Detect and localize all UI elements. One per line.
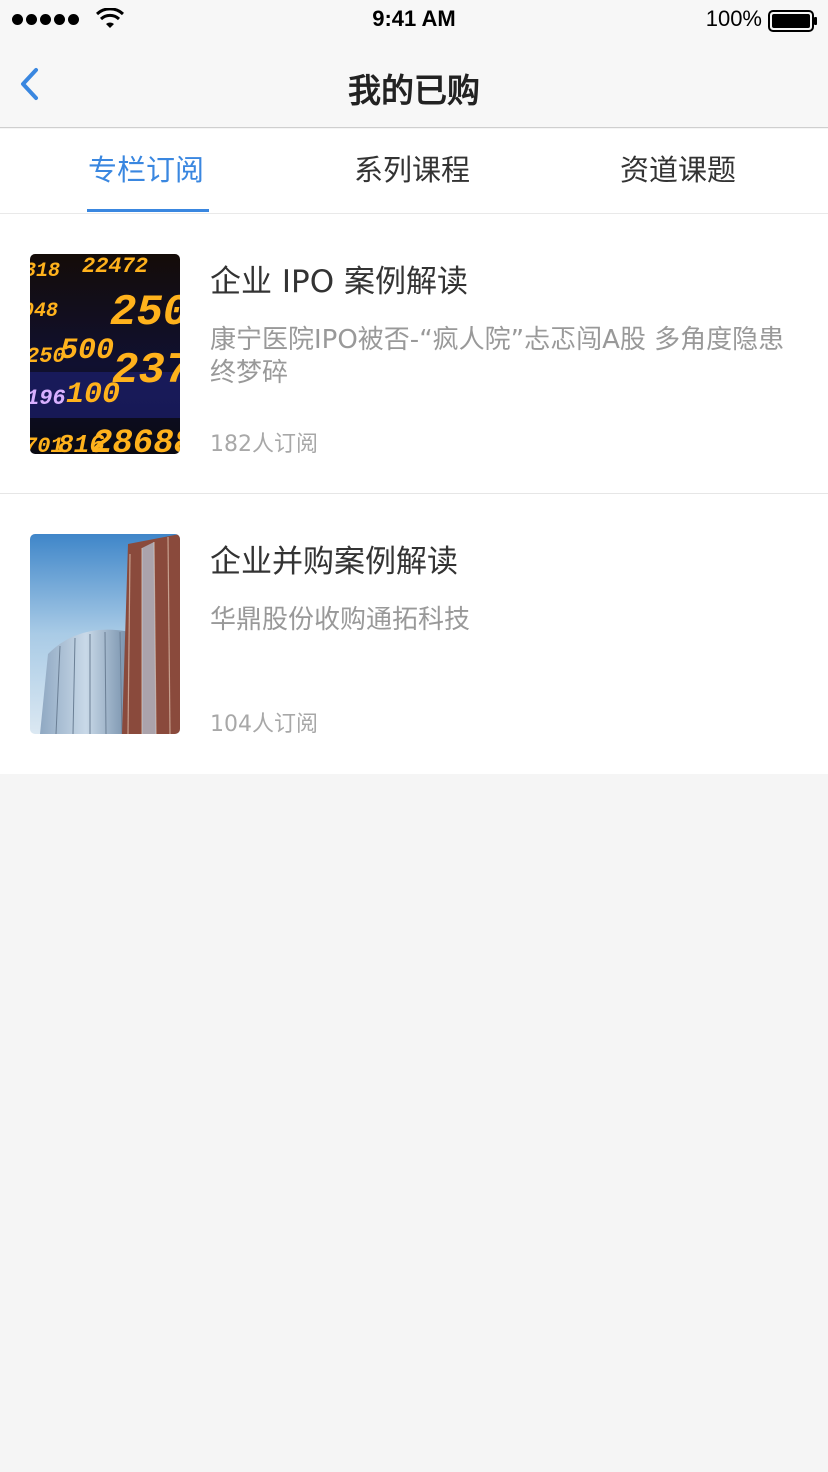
- svg-text:2500: 2500: [110, 288, 180, 338]
- item-description: 华鼎股份收购通拓科技: [210, 605, 471, 635]
- svg-text:286880: 286880: [92, 425, 180, 454]
- skyscraper-image: [30, 534, 180, 734]
- svg-text:500: 500: [60, 334, 114, 368]
- item-title: 企业并购案例解读: [210, 544, 458, 580]
- list-item[interactable]: 企业并购案例解读 华鼎股份收购通拓科技 104人订阅: [0, 494, 828, 774]
- item-description: 康宁医院IPO被否-“疯人院”忐忑闯A股 多角度隐患终梦碎: [210, 325, 785, 388]
- svg-text:196: 196: [30, 386, 66, 411]
- tab-column-subscriptions[interactable]: 专栏订阅: [88, 147, 204, 189]
- tab-bar: 专栏订阅 系列课程 资道课题: [0, 129, 828, 214]
- svg-text:048: 048: [30, 300, 58, 323]
- item-title: 企业 IPO 案例解读: [210, 264, 468, 300]
- active-tab-indicator: [87, 209, 209, 212]
- page: 9:41 AM 100% 我的已购 专栏订阅 系列课程 资道课题 18 2247…: [0, 0, 828, 1472]
- tab-series-courses[interactable]: 系列课程: [354, 147, 470, 189]
- svg-text:100: 100: [66, 378, 120, 412]
- nav-bar: 我的已购: [0, 40, 828, 128]
- list-item[interactable]: 318 22472 048 2500 250 500 2379 196 100 …: [0, 214, 828, 494]
- battery-icon: [768, 10, 817, 32]
- svg-text:318: 318: [30, 260, 60, 283]
- subscription-list: 318 22472 048 2500 250 500 2379 196 100 …: [0, 214, 828, 774]
- status-time: 9:41 AM: [372, 6, 456, 31]
- subscriber-count: 182人订阅: [210, 432, 318, 457]
- svg-text:22472: 22472: [82, 254, 148, 279]
- svg-text:2379: 2379: [112, 346, 180, 396]
- tab-topics[interactable]: 资道课题: [620, 147, 736, 189]
- page-title: 我的已购: [348, 71, 480, 110]
- battery-percentage: 100%: [705, 6, 762, 31]
- status-bar: 9:41 AM 100%: [0, 0, 828, 40]
- subscriber-count: 104人订阅: [210, 712, 318, 737]
- stock-ticker-image: 318 22472 048 2500 250 500 2379 196 100 …: [30, 254, 180, 454]
